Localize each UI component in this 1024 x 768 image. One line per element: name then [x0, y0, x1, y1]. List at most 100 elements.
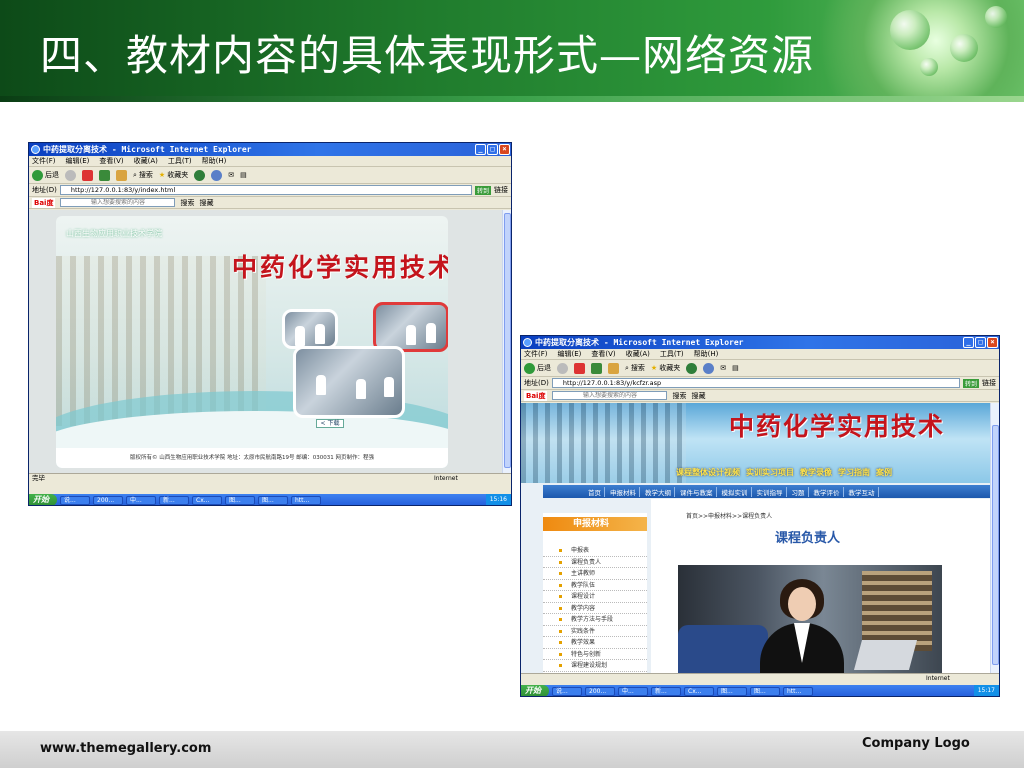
taskbar-item[interactable]: htt...	[291, 495, 321, 505]
media-icon[interactable]	[194, 169, 206, 181]
lab-photo-3[interactable]	[293, 346, 405, 418]
maximize-button[interactable]: □	[975, 337, 986, 348]
close-button[interactable]: ×	[987, 337, 998, 348]
refresh-button[interactable]	[99, 169, 110, 181]
menu-file[interactable]: 文件(F)	[524, 349, 548, 359]
sidebar-item[interactable]: 课程建设规划	[543, 660, 647, 672]
history-icon[interactable]	[703, 362, 715, 374]
banner-link[interactable]: 课程整体设计视频	[676, 467, 740, 478]
sidebar-item[interactable]: 申报表	[543, 545, 647, 557]
taskbar-item[interactable]: htt...	[783, 686, 813, 696]
banner-link[interactable]: 案例	[876, 467, 892, 478]
menu-edit[interactable]: 编辑(E)	[66, 156, 90, 166]
nav-item[interactable]: 申报材料	[607, 486, 640, 497]
menu-favorites[interactable]: 收藏(A)	[626, 349, 650, 359]
nav-item[interactable]: 教学大纲	[642, 486, 675, 497]
maximize-button[interactable]: □	[487, 144, 498, 155]
go-button[interactable]: 转到	[474, 185, 491, 195]
print-icon[interactable]: ▤	[732, 364, 739, 372]
links-label[interactable]: 链接	[982, 378, 996, 388]
sidebar-item[interactable]: 教学队伍	[543, 580, 647, 591]
home-icon[interactable]	[116, 169, 127, 181]
enter-button[interactable]: < 下载	[316, 419, 344, 428]
taskbar-item[interactable]: 中...	[618, 686, 648, 696]
close-button[interactable]: ×	[499, 144, 510, 155]
taskbar-item[interactable]: 图...	[717, 686, 747, 696]
menu-tools[interactable]: 工具(T)	[660, 349, 684, 359]
minimize-button[interactable]: _	[963, 337, 974, 348]
baidu-news-button[interactable]: 搜藏	[199, 198, 213, 208]
sidebar-item[interactable]: 课程设计	[543, 591, 647, 603]
address-input[interactable]: http://127.0.0.1:83/y/kcfzr.asp	[551, 378, 960, 388]
go-button[interactable]: 转到	[962, 378, 979, 388]
favorites-button[interactable]: ★ 收藏夹	[159, 170, 188, 180]
start-button[interactable]: 开始	[29, 494, 57, 505]
back-button[interactable]: 后退	[524, 362, 551, 374]
favorites-button[interactable]: ★ 收藏夹	[651, 363, 680, 373]
nav-item[interactable]: 模拟实训	[719, 486, 752, 497]
footer-url[interactable]: www.themegallery.com	[40, 741, 211, 756]
baidu-search-button[interactable]: 搜索	[672, 391, 686, 401]
minimize-button[interactable]: _	[475, 144, 486, 155]
address-input[interactable]: http://127.0.0.1:83/y/index.html	[59, 185, 472, 195]
baidu-search-input[interactable]: 输入想要搜索的内容	[60, 198, 176, 207]
menu-view[interactable]: 查看(V)	[591, 349, 615, 359]
forward-button[interactable]	[65, 169, 76, 181]
sidebar-item[interactable]: 主讲教师	[543, 568, 647, 580]
taskbar-item[interactable]: 新...	[651, 686, 681, 696]
search-button[interactable]: ⌕ 搜索	[133, 170, 153, 180]
scrollbar[interactable]	[990, 403, 999, 673]
refresh-button[interactable]	[591, 362, 602, 374]
mail-icon[interactable]: ✉	[720, 364, 726, 372]
menu-help[interactable]: 帮助(H)	[202, 156, 227, 166]
sidebar-item[interactable]: 教学效果	[543, 637, 647, 649]
sidebar-item[interactable]: 特色与创新	[543, 649, 647, 660]
taskbar-item[interactable]: 图...	[750, 686, 780, 696]
taskbar-item[interactable]: 说...	[552, 686, 582, 696]
sidebar-item[interactable]: 教学方法与手段	[543, 614, 647, 626]
menu-help[interactable]: 帮助(H)	[694, 349, 719, 359]
taskbar-item[interactable]: 图...	[225, 495, 255, 505]
back-button[interactable]: 后退	[32, 169, 59, 181]
forward-button[interactable]	[557, 362, 568, 374]
stop-button[interactable]	[82, 169, 93, 181]
search-button[interactable]: ⌕ 搜索	[625, 363, 645, 373]
history-icon[interactable]	[211, 169, 223, 181]
taskbar-item[interactable]: Cx...	[684, 686, 714, 696]
mail-icon[interactable]: ✉	[228, 171, 234, 179]
taskbar-item[interactable]: 新...	[159, 495, 189, 505]
baidu-search-input[interactable]: 输入想要搜索的内容	[552, 391, 668, 400]
menu-edit[interactable]: 编辑(E)	[558, 349, 582, 359]
lab-photo-1[interactable]	[282, 309, 338, 349]
nav-item[interactable]: 教学互动	[846, 486, 879, 497]
baidu-search-button[interactable]: 搜索	[180, 198, 194, 208]
menu-file[interactable]: 文件(F)	[32, 156, 56, 166]
taskbar-item[interactable]: 图...	[258, 495, 288, 505]
home-icon[interactable]	[608, 362, 619, 374]
baidu-news-button[interactable]: 搜藏	[691, 391, 705, 401]
start-button[interactable]: 开始	[521, 685, 549, 696]
scrollbar[interactable]	[502, 210, 511, 473]
sidebar-item[interactable]: 教学内容	[543, 603, 647, 614]
nav-item[interactable]: 课件与教案	[677, 486, 717, 497]
sidebar-item[interactable]: 实践条件	[543, 626, 647, 637]
taskbar-item[interactable]: 说...	[60, 495, 90, 505]
taskbar-item[interactable]: Cx...	[192, 495, 222, 505]
nav-item[interactable]: 首页	[585, 486, 605, 497]
taskbar-item[interactable]: 中...	[126, 495, 156, 505]
taskbar-item[interactable]: 200...	[93, 495, 123, 505]
lab-photo-2[interactable]	[373, 302, 448, 352]
links-label[interactable]: 链接	[494, 185, 508, 195]
menu-view[interactable]: 查看(V)	[99, 156, 123, 166]
menu-favorites[interactable]: 收藏(A)	[134, 156, 158, 166]
menu-tools[interactable]: 工具(T)	[168, 156, 192, 166]
media-icon[interactable]	[686, 362, 698, 374]
stop-button[interactable]	[574, 362, 585, 374]
print-icon[interactable]: ▤	[240, 171, 247, 179]
taskbar-item[interactable]: 200...	[585, 686, 615, 696]
banner-link[interactable]: 学习指南	[838, 467, 870, 478]
banner-link[interactable]: 实训实习项目	[746, 467, 794, 478]
sidebar-item[interactable]: 课程负责人	[543, 557, 647, 568]
nav-item[interactable]: 习题	[789, 486, 809, 497]
banner-link[interactable]: 教学录像	[800, 467, 832, 478]
